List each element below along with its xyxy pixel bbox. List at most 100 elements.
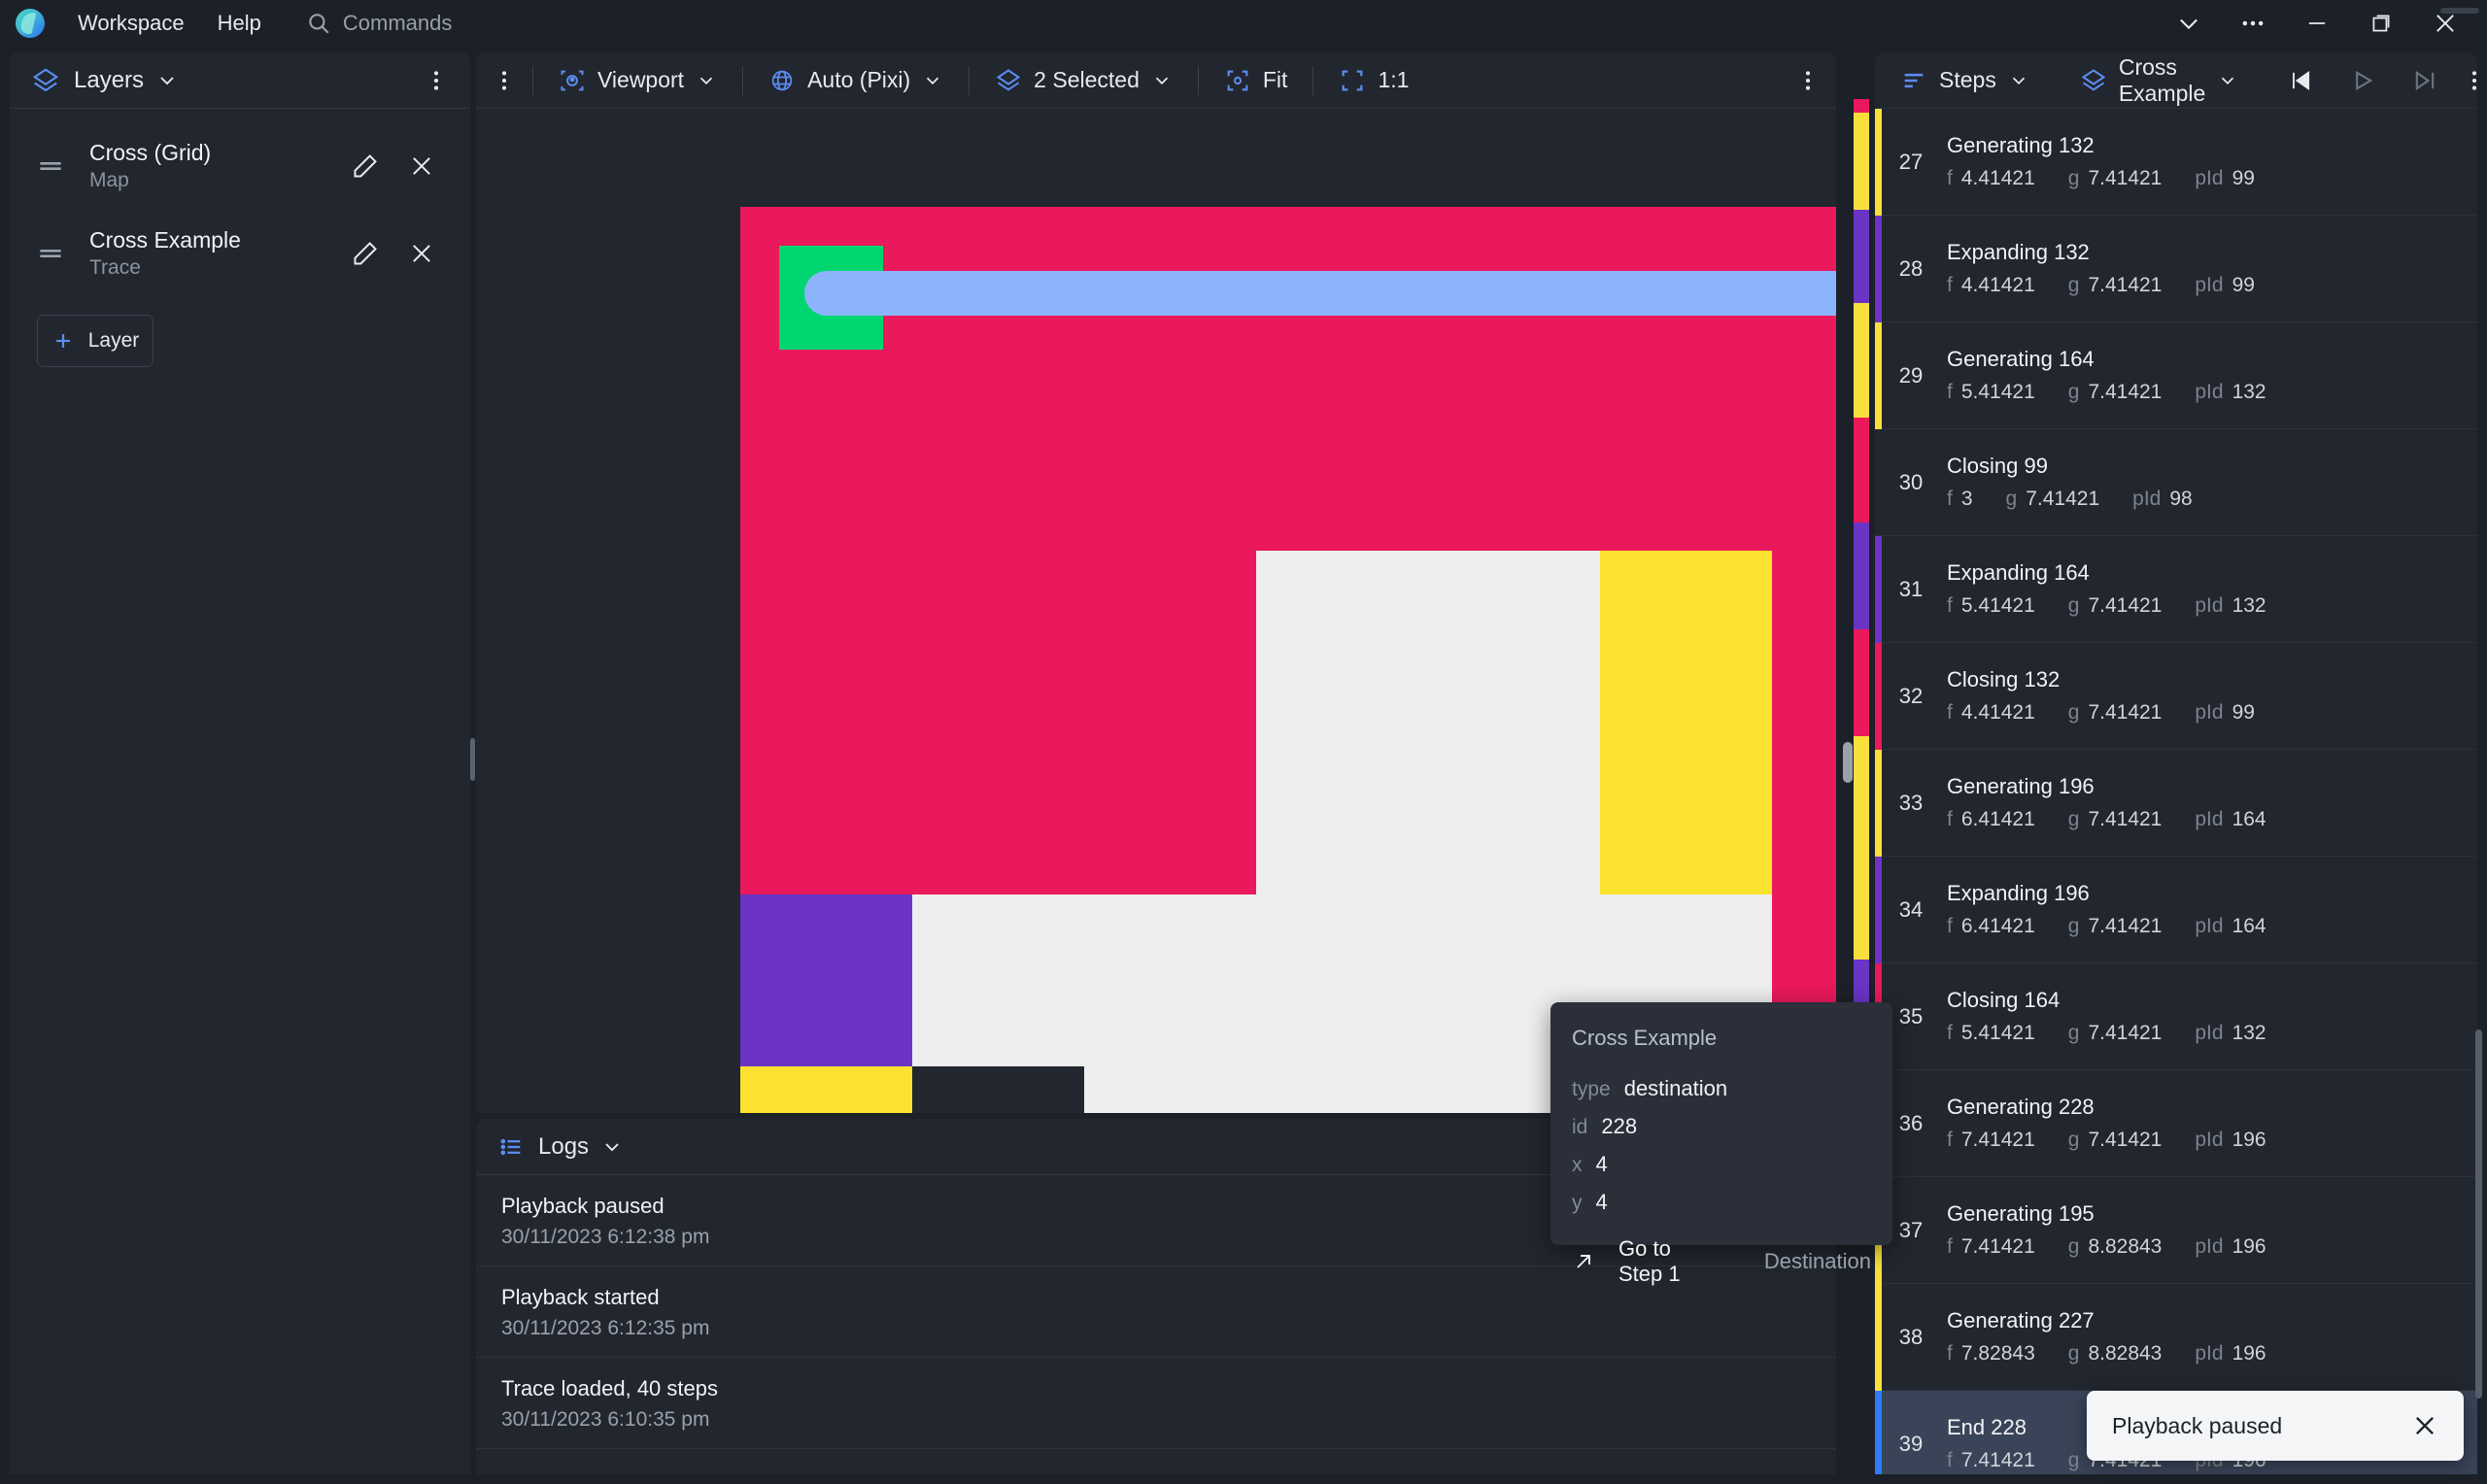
edit-layer-icon[interactable]	[352, 240, 379, 267]
remove-layer-icon[interactable]	[408, 152, 435, 180]
fit-button[interactable]: Fit	[1199, 52, 1313, 109]
timeline-segment[interactable]	[1854, 523, 1869, 629]
grid-cell[interactable]	[1256, 379, 1428, 551]
layers-diamond-icon	[995, 67, 1022, 94]
steps-scrollbar[interactable]	[2475, 1029, 2482, 1399]
timeline-segment[interactable]	[1854, 736, 1869, 960]
selection-selector[interactable]: 2 Selected	[970, 52, 1198, 109]
layer-item[interactable]: Cross Example Trace	[10, 210, 470, 297]
remove-layer-icon[interactable]	[408, 240, 435, 267]
window-scrollbar[interactable]	[2440, 8, 2479, 14]
step-row[interactable]: 29 Generating 164 f 5.41421 g 7.41421 pId 132	[1875, 322, 2477, 429]
grid-cell[interactable]	[912, 379, 1084, 551]
step-pid-value: 132	[2231, 594, 2266, 617]
grid-cell[interactable]	[1428, 723, 1600, 894]
step-row[interactable]: 28 Expanding 132 f 4.41421 g 7.41421 pId 99	[1875, 216, 2477, 322]
step-row[interactable]: 36 Generating 228 f 7.41421 g 7.41421 pId 196	[1875, 1070, 2477, 1177]
step-g-key: g	[2067, 1342, 2080, 1365]
grid-cell[interactable]	[1600, 723, 1772, 894]
chevron-down-icon[interactable]	[155, 69, 179, 92]
minimize-icon[interactable]	[2285, 0, 2349, 47]
edit-layer-icon[interactable]	[352, 152, 379, 180]
drag-handle-icon[interactable]	[35, 151, 68, 182]
grid-cell[interactable]	[1084, 551, 1256, 723]
timeline-segment[interactable]	[1854, 99, 1869, 113]
timeline-segment[interactable]	[1854, 210, 1869, 303]
timeline-segment[interactable]	[1854, 303, 1869, 418]
timeline-segment[interactable]	[1854, 418, 1869, 523]
grid-cell[interactable]	[740, 894, 912, 1066]
grid-cell[interactable]	[912, 723, 1084, 894]
grid-cell[interactable]	[1084, 1066, 1256, 1113]
more-horizontal-icon[interactable]	[2221, 0, 2285, 47]
grid-cell[interactable]	[1084, 894, 1256, 1066]
more-vertical-icon[interactable]	[424, 68, 449, 93]
grid-cell[interactable]	[1600, 379, 1772, 551]
panel-resize-handle-vertical[interactable]	[470, 738, 475, 781]
grid-cell[interactable]	[1256, 723, 1428, 894]
trace-selector[interactable]: Cross Example	[2055, 52, 2264, 109]
grid-cell[interactable]	[1772, 723, 1836, 894]
step-row[interactable]: 30 Closing 99 f 3 g 7.41421 pId 98	[1875, 429, 2477, 536]
renderer-selector[interactable]: Auto (Pixi)	[743, 52, 969, 109]
step-row[interactable]: 37 Generating 195 f 7.41421 g 8.82843 pId 196	[1875, 1177, 2477, 1284]
step-g-key: g	[2067, 381, 2080, 403]
go-to-step-link[interactable]: Go to Step 1	[1618, 1236, 1708, 1287]
timeline-segment[interactable]	[1854, 113, 1869, 210]
more-vertical-icon[interactable]	[476, 68, 532, 93]
zoom-one-to-one-button[interactable]: 1:1	[1313, 52, 1434, 109]
step-row[interactable]: 34 Expanding 196 f 6.41421 g 7.41421 pId 164	[1875, 857, 2477, 963]
step-row[interactable]: 38 Generating 227 f 7.82843 g 8.82843 pId 196	[1875, 1284, 2477, 1391]
menu-workspace[interactable]: Workspace	[78, 11, 185, 36]
layer-item[interactable]: Cross (Grid) Map	[10, 122, 470, 210]
grid-cell[interactable]	[740, 379, 912, 551]
grid-cell[interactable]	[1428, 551, 1600, 723]
log-entry[interactable]: Trace loaded, 40 steps 30/11/2023 6:10:3…	[476, 1358, 1836, 1449]
step-row[interactable]: 32 Closing 132 f 4.41421 g 7.41421 pId 99	[1875, 643, 2477, 750]
menu-help[interactable]: Help	[218, 11, 261, 36]
viewport-selector[interactable]: Viewport	[533, 52, 742, 109]
step-row[interactable]: 35 Closing 164 f 5.41421 g 7.41421 pId 132	[1875, 963, 2477, 1070]
grid-cell[interactable]	[1084, 723, 1256, 894]
chevron-down-icon[interactable]	[2157, 0, 2221, 47]
viewport-more-icon[interactable]	[1780, 68, 1836, 93]
command-search[interactable]: Commands	[306, 11, 452, 36]
step-pid-key: pId	[2195, 167, 2224, 189]
grid-cell[interactable]	[740, 551, 912, 723]
grid-cell[interactable]	[1772, 379, 1836, 551]
grid-cell[interactable]	[1600, 551, 1772, 723]
steps-panel-header: Steps Cross Example	[1875, 52, 2477, 109]
step-row[interactable]: 31 Expanding 164 f 5.41421 g 7.41421 pId 132	[1875, 536, 2477, 643]
play-icon[interactable]	[2349, 67, 2376, 94]
skip-to-start-icon[interactable]	[2287, 67, 2314, 94]
restore-icon[interactable]	[2349, 0, 2413, 47]
skip-to-end-icon[interactable]	[2411, 67, 2438, 94]
step-pid-key: pId	[2195, 1342, 2224, 1365]
grid-viewport[interactable]	[476, 109, 1836, 1113]
add-layer-button[interactable]: Layer	[37, 315, 153, 367]
grid-cell[interactable]	[740, 1066, 912, 1113]
grid-cell[interactable]	[1084, 379, 1256, 551]
grid-cell[interactable]	[1256, 1066, 1428, 1113]
grid-cell[interactable]	[740, 723, 912, 894]
timeline-segment[interactable]	[1854, 629, 1869, 736]
more-vertical-icon[interactable]	[2462, 68, 2487, 93]
steps-list[interactable]: 27 Generating 132 f 4.41421 g 7.41421 pId 99 28 E…	[1875, 109, 2477, 1474]
grid-cell[interactable]	[1256, 894, 1428, 1066]
layers-panel: Layers Cross (Grid) Map Cross Example Tr…	[10, 52, 470, 1474]
step-row[interactable]: 33 Generating 196 f 6.41421 g 7.41421 pId 164	[1875, 750, 2477, 857]
grid-cell[interactable]	[1772, 551, 1836, 723]
close-icon[interactable]	[2411, 1412, 2438, 1439]
grid-cell[interactable]	[912, 1066, 1084, 1113]
step-number: 30	[1898, 469, 1924, 494]
grid-cell[interactable]	[1428, 379, 1600, 551]
grid-cell[interactable]	[1256, 551, 1428, 723]
grid-cell[interactable]	[912, 551, 1084, 723]
step-row[interactable]: 27 Generating 132 f 4.41421 g 7.41421 pId 99	[1875, 109, 2477, 216]
grid-cell[interactable]	[912, 894, 1084, 1066]
steps-panel: Steps Cross Example 27 Generating 132 f …	[1875, 52, 2477, 1474]
chevron-down-icon[interactable]	[600, 1135, 624, 1159]
timeline-scroll-thumb[interactable]	[1843, 742, 1853, 783]
steps-selector[interactable]: Steps	[1875, 52, 2055, 109]
drag-handle-icon[interactable]	[35, 238, 68, 269]
